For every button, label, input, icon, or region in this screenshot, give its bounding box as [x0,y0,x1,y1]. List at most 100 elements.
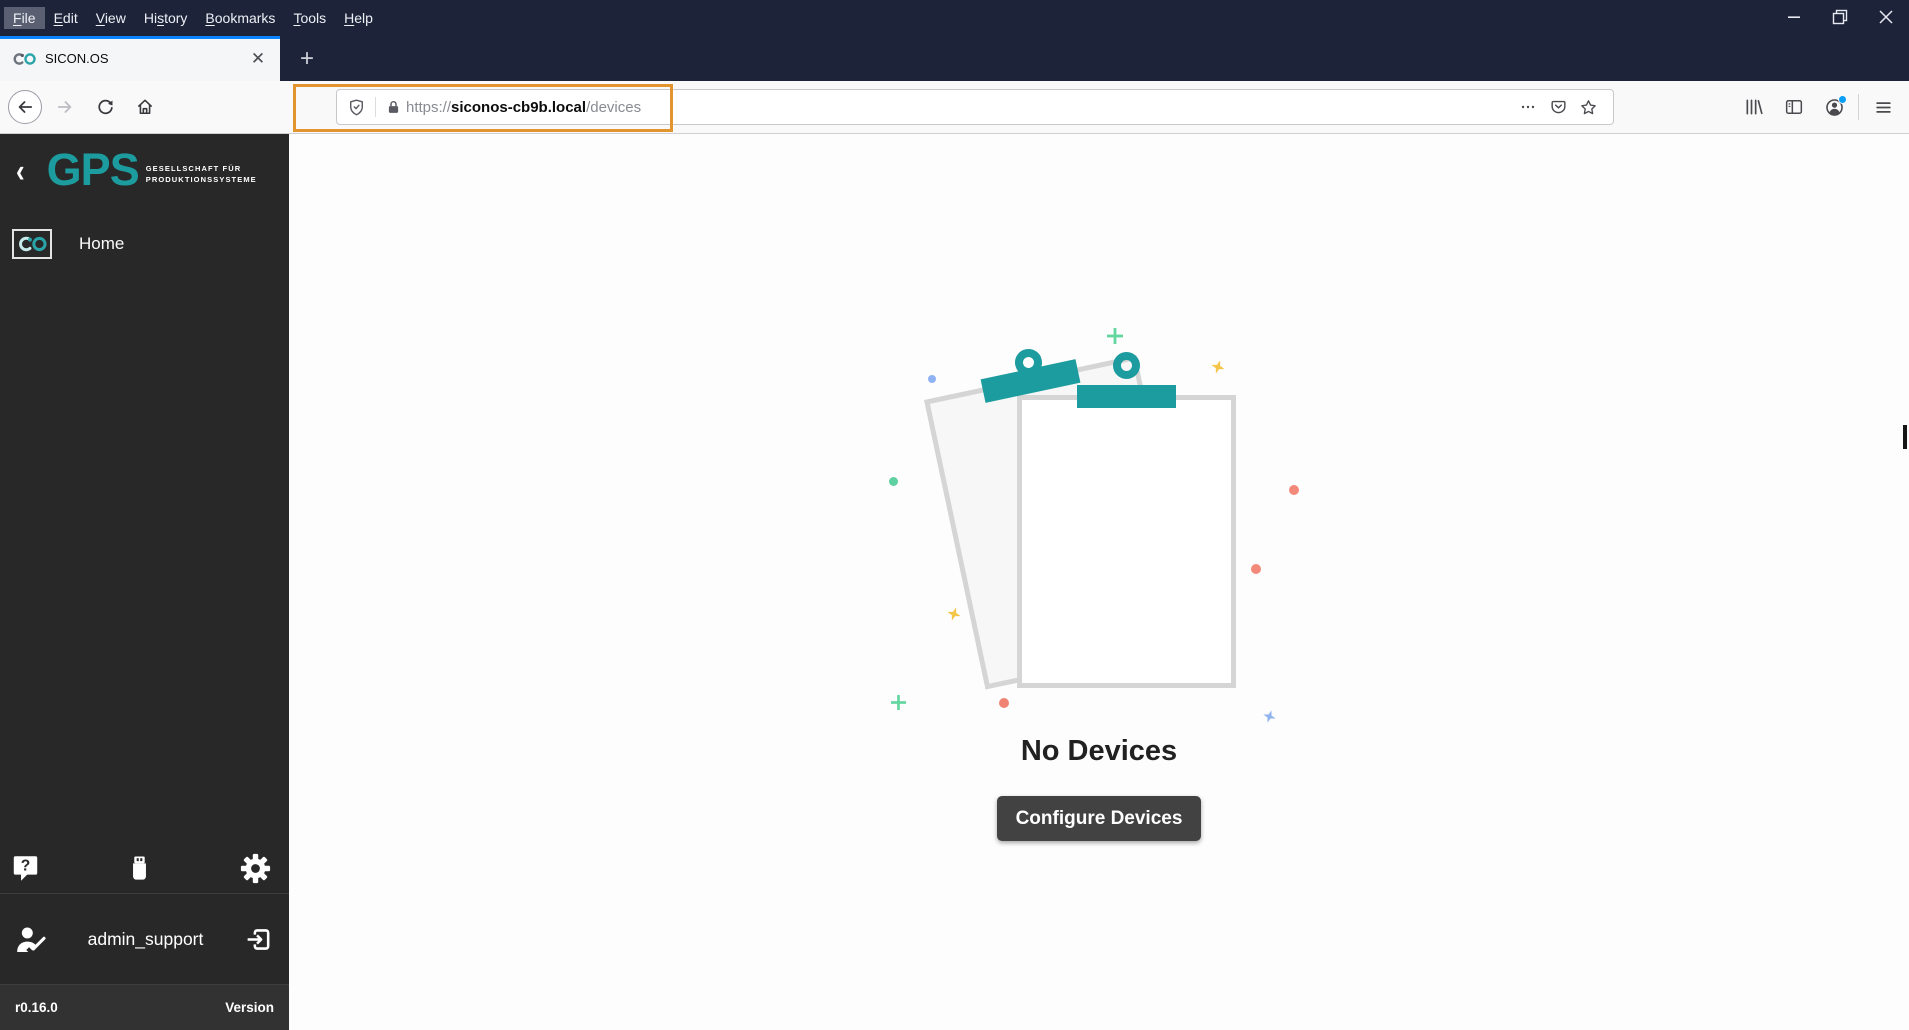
usb-device-button[interactable] [127,854,152,882]
pocket-button[interactable] [1543,92,1573,122]
minimize-button[interactable] [1771,0,1817,34]
version-label: Version [225,1000,274,1015]
tab-siconos[interactable]: SICON.OS ✕ [0,36,280,81]
confetti-dot [1251,564,1261,574]
app-menu-button[interactable] [1863,90,1903,124]
lock-icon[interactable] [385,99,402,116]
logout-icon[interactable] [244,925,273,954]
confetti-dot [889,477,898,486]
bookmark-star-button[interactable] [1573,92,1603,122]
menu-bar: File Edit View History Bookmarks Tools Help [4,6,382,30]
gps-logo-text: GPS [46,144,140,195]
version-bar: r0.16.0 Version [0,985,289,1030]
reload-icon [97,99,113,114]
home-button[interactable] [128,90,162,124]
hamburger-menu-icon [1875,101,1891,113]
clipboard-front-ring [1113,352,1140,379]
tab-close-icon[interactable]: ✕ [246,47,270,71]
library-button[interactable] [1734,90,1774,124]
restore-button[interactable] [1817,0,1863,34]
gps-logo-subtitle: GESELLSCHAFT FÜR PRODUKTIONSSYSTEME [146,163,257,186]
clipboards-illustration [889,320,1309,740]
tab-title: SICON.OS [45,51,109,66]
page-content: ‹ GPS GESELLSCHAFT FÜR PRODUKTIONSSYSTEM… [0,134,1909,1030]
app-sidebar: ‹ GPS GESELLSCHAFT FÜR PRODUKTIONSSYSTEM… [0,134,289,1030]
scrollbar-artifact [1903,425,1907,449]
back-button[interactable] [8,90,42,124]
sidebar-item-home[interactable]: Home [0,228,289,259]
browser-window: File Edit View History Bookmarks Tools Help [0,0,1909,1030]
user-check-icon[interactable] [16,925,47,954]
pocket-icon [1550,100,1566,113]
menu-item-file[interactable]: File [4,7,45,29]
toolbar-right-group [1734,90,1909,124]
menu-item-edit[interactable]: Edit [45,7,87,29]
close-icon [1879,10,1893,24]
sidebar-user-row: admin_support [0,894,289,984]
new-tab-button[interactable]: + [288,40,326,78]
gear-icon [240,853,271,883]
main-content: No Devices Configure Devices [289,134,1909,1030]
version-value: r0.16.0 [15,1000,58,1015]
menu-item-view[interactable]: View [87,7,135,29]
empty-state: No Devices Configure Devices [849,320,1349,841]
siconos-logo-icon [12,228,52,259]
urlbar-divider [375,97,376,117]
settings-button[interactable] [240,853,271,884]
gps-logo-subline1: GESELLSCHAFT FÜR [145,164,242,173]
url-host: siconos-cb9b.local [451,98,587,116]
usb-stick-icon [133,856,146,880]
clipboard-front [1017,395,1236,688]
url-bar[interactable]: https://siconos-cb9b.local/devices [336,89,1614,125]
sidebar-collapse-chevron-icon[interactable]: ‹ [16,154,25,187]
sidebar-tools-row: ? [0,843,289,893]
title-bar: File Edit View History Bookmarks Tools Help [0,0,1909,36]
library-icon [1746,99,1763,115]
sidebar-home-label: Home [79,233,125,253]
username-label: admin_support [87,928,204,949]
confetti-plus [891,695,906,710]
confetti-dot [999,698,1009,708]
toolbar-separator [1858,94,1859,120]
url-text[interactable]: https://siconos-cb9b.local/devices [406,99,641,116]
back-arrow-icon [18,101,33,113]
menu-item-bookmarks[interactable]: Bookmarks [196,7,284,29]
account-notification-dot [1838,95,1847,104]
url-scheme: https:// [406,98,452,116]
confetti-plus [1107,328,1123,344]
close-button[interactable] [1863,0,1909,34]
window-controls [1771,0,1909,34]
help-bubble-icon: ? [13,855,38,881]
clipboard-front-clip [1077,385,1176,408]
menu-item-tools[interactable]: Tools [284,7,335,29]
menu-item-help[interactable]: Help [335,7,382,29]
siconos-favicon-icon [13,52,36,65]
confetti-dot [928,375,936,383]
ellipsis-icon [1521,105,1535,109]
menu-item-history[interactable]: History [135,7,197,29]
confetti-sparkle [1209,358,1227,376]
forward-button[interactable] [48,90,82,124]
url-path: /devices [586,98,642,116]
active-tab-indicator [0,36,280,39]
page-actions-button[interactable] [1513,92,1543,122]
sidebars-button[interactable] [1774,90,1814,124]
sidebars-icon [1785,100,1803,114]
svg-text:?: ? [21,857,31,874]
configure-devices-button[interactable]: Configure Devices [996,796,1202,841]
navigation-toolbar: https://siconos-cb9b.local/devices [0,81,1909,134]
reload-button[interactable] [88,90,122,124]
forward-arrow-icon [57,101,72,113]
help-button[interactable]: ? [12,854,39,883]
account-button[interactable] [1814,90,1854,124]
tab-bar: SICON.OS ✕ + [0,36,1909,81]
restore-icon [1832,9,1848,25]
sidebar-header: ‹ GPS GESELLSCHAFT FÜR PRODUKTIONSSYSTEM… [0,134,289,191]
star-icon [1580,99,1596,114]
confetti-dot [1289,485,1299,495]
tracking-shield-icon[interactable] [347,98,366,117]
gps-logo: GPS GESELLSCHAFT FÜR PRODUKTIONSSYSTEME [46,144,257,195]
home-icon [137,99,153,115]
confetti-sparkle [945,605,963,623]
